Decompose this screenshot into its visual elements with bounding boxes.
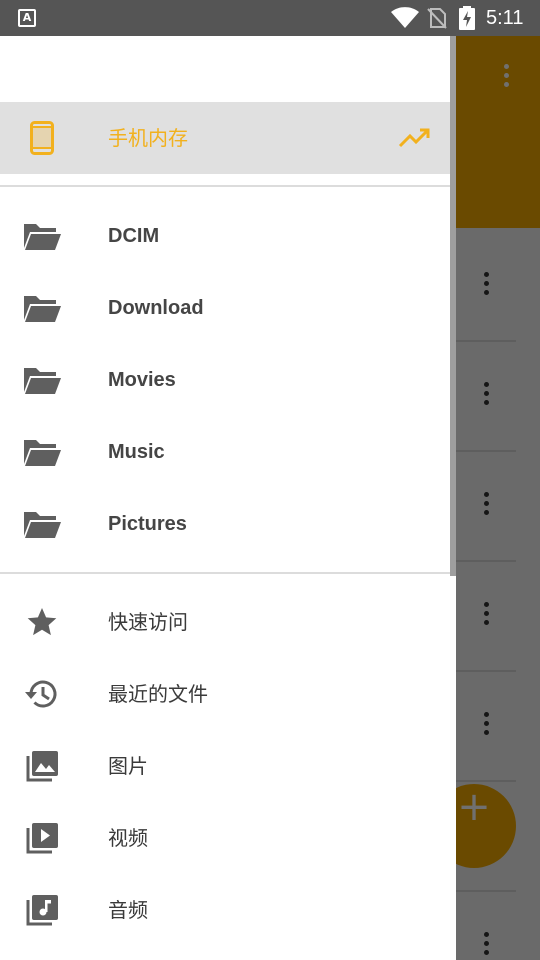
drawer-item-images[interactable]: 图片 [0, 730, 450, 802]
drawer-item-audio[interactable]: 音频 [0, 874, 450, 946]
folder-open-icon [24, 512, 61, 538]
drawer-item-label: 视频 [108, 826, 148, 850]
drawer-item-download[interactable]: Download [0, 272, 450, 344]
drawer-item-pictures[interactable]: Pictures [0, 488, 450, 560]
drawer-item-label: Movies [108, 369, 176, 391]
drawer-item-videos[interactable]: 视频 [0, 802, 450, 874]
folder-open-icon [24, 296, 61, 322]
no-sim-icon [427, 8, 447, 29]
drawer-item-label: 音频 [108, 898, 148, 922]
battery-charging-icon [459, 6, 475, 30]
drawer-item-label: 最近的文件 [108, 682, 208, 706]
text-a-icon: A [18, 9, 36, 27]
star-icon [27, 608, 57, 636]
drawer-divider [0, 572, 450, 574]
drawer-item-phone-storage[interactable]: 手机内存 [0, 102, 450, 174]
folder-open-icon [24, 368, 61, 394]
status-bar: A 5:11 [0, 0, 540, 36]
folder-open-icon [24, 224, 61, 250]
phone-icon [30, 121, 54, 155]
drawer-scrollbar[interactable] [450, 36, 456, 576]
folder-open-icon [24, 440, 61, 466]
drawer-item-label: Pictures [108, 513, 187, 535]
drawer-item-label: DCIM [108, 225, 160, 247]
navigation-drawer: 手机内存 DCIM Download Movies Music Pictures… [0, 36, 456, 960]
drawer-item-label: 手机内存 [108, 126, 188, 150]
music-library-icon [26, 895, 58, 926]
drawer-item-movies[interactable]: Movies [0, 344, 450, 416]
drawer-item-dcim[interactable]: DCIM [0, 200, 450, 272]
drawer-item-recent-files[interactable]: 最近的文件 [0, 658, 450, 730]
drawer-item-label: 快速访问 [108, 610, 188, 634]
trending-up-icon[interactable] [398, 126, 430, 148]
drawer-item-label: Download [108, 297, 204, 319]
wifi-icon [391, 7, 419, 28]
drawer-divider [0, 185, 450, 187]
status-time: 5:11 [486, 7, 524, 29]
drawer-item-label: 图片 [108, 754, 148, 778]
photo-library-icon [26, 751, 58, 782]
history-icon [25, 680, 57, 708]
drawer-item-quick-access[interactable]: 快速访问 [0, 586, 450, 658]
drawer-item-music[interactable]: Music [0, 416, 450, 488]
drawer-item-label: Music [108, 441, 165, 463]
video-library-icon [26, 823, 58, 854]
